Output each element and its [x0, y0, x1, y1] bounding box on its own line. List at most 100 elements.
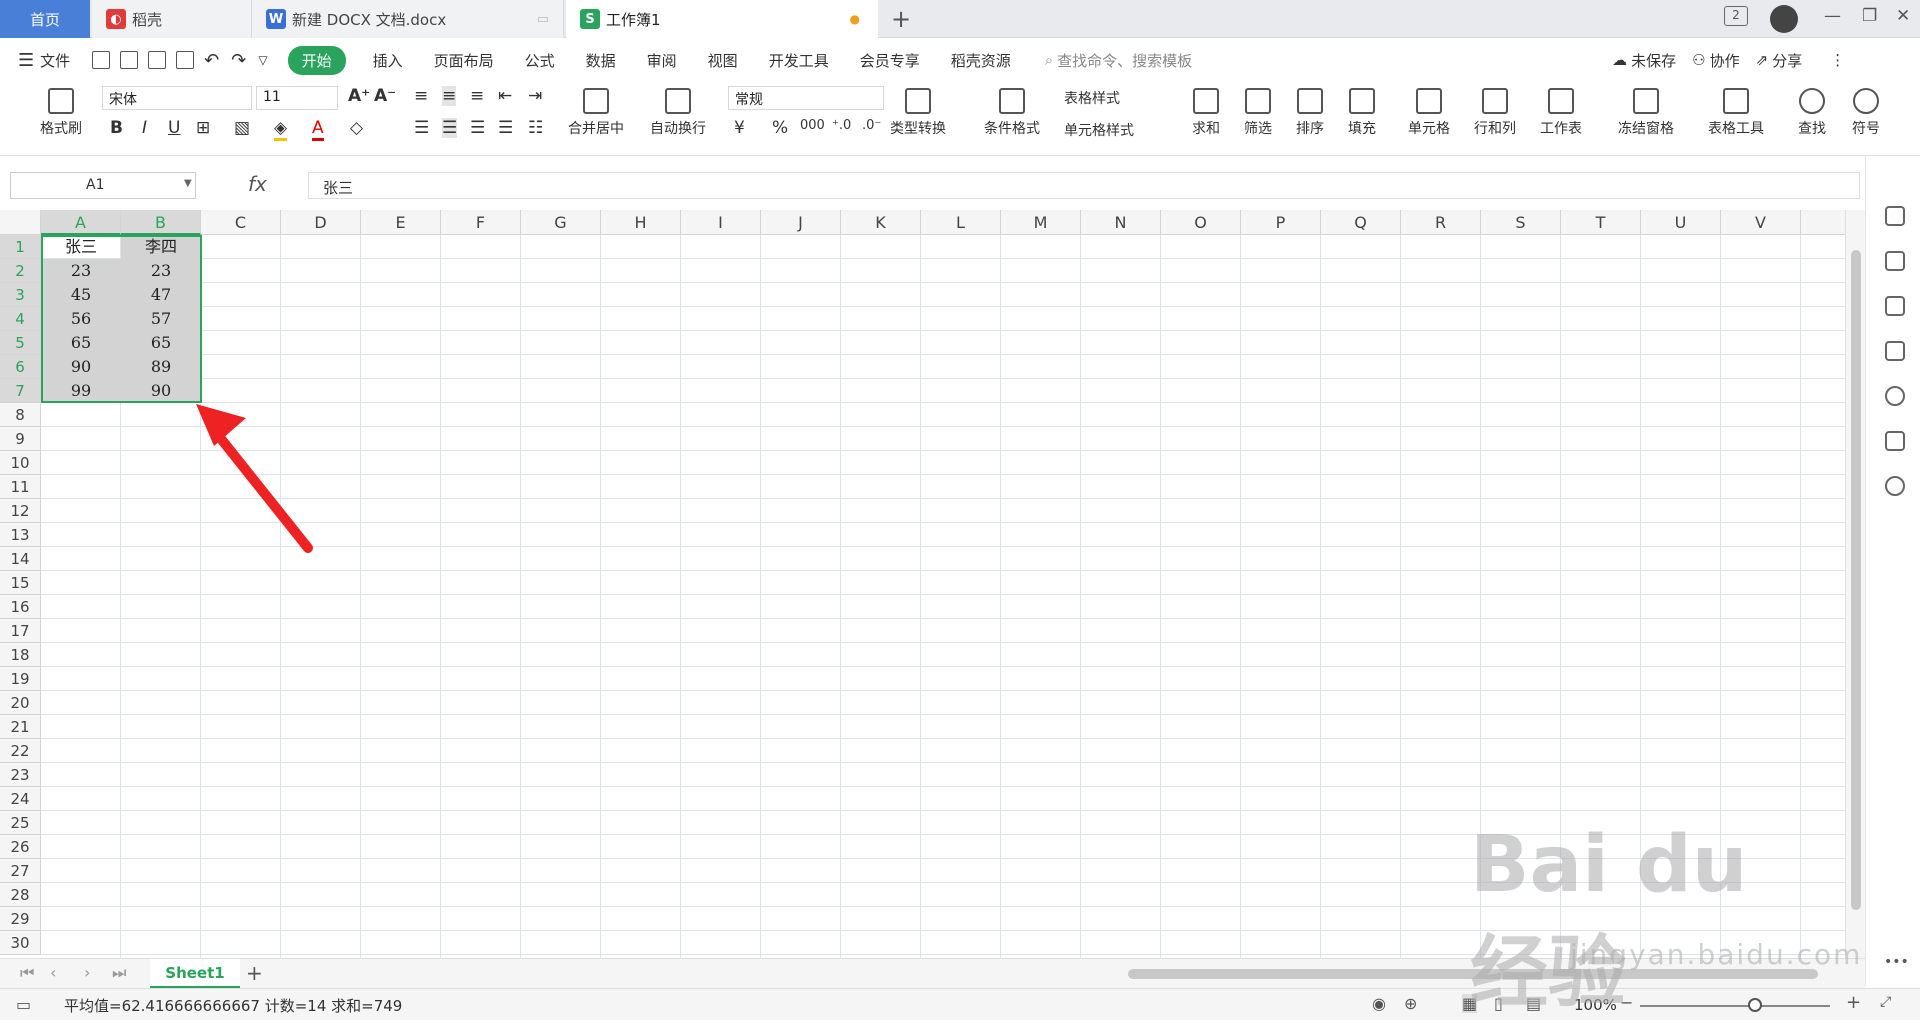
row-header-19[interactable]: 19 — [0, 667, 41, 691]
fill-color-icon[interactable]: ◈ — [274, 118, 288, 141]
row-header-28[interactable]: 28 — [0, 883, 41, 907]
italic-button[interactable]: I — [142, 118, 147, 138]
zoom-slider[interactable] — [1640, 1005, 1830, 1007]
currency-button[interactable]: ¥ — [734, 118, 745, 138]
row-header-24[interactable]: 24 — [0, 787, 41, 811]
type-convert-button[interactable]: 类型转换 — [890, 88, 946, 138]
row-header-9[interactable]: 9 — [0, 427, 41, 451]
symbol-button[interactable]: 符号 — [1852, 88, 1880, 138]
menu-file[interactable]: 文件 — [40, 50, 70, 71]
transform-icon[interactable] — [1885, 341, 1905, 361]
lightning-icon[interactable] — [1885, 476, 1905, 496]
align-middle-icon[interactable]: ≡ — [442, 86, 457, 106]
name-box[interactable]: A1 — [10, 172, 196, 199]
row-header-23[interactable]: 23 — [0, 763, 41, 787]
column-header-a[interactable]: A — [41, 210, 121, 235]
row-header-21[interactable]: 21 — [0, 715, 41, 739]
menu-insert[interactable]: 插入 — [373, 50, 403, 71]
print-icon[interactable] — [148, 51, 167, 69]
sort-button[interactable]: 排序 — [1296, 88, 1324, 138]
align-center-icon[interactable]: ☰ — [442, 118, 458, 138]
column-header-u[interactable]: U — [1641, 210, 1721, 235]
quick-access-dropdown-icon[interactable]: ▽ — [258, 53, 267, 67]
row-header-6[interactable]: 6 — [0, 355, 41, 379]
filter-button[interactable]: 筛选 — [1244, 88, 1272, 138]
column-header-f[interactable]: F — [441, 210, 521, 235]
number-format-select[interactable]: 常规 — [728, 86, 884, 110]
row-header-18[interactable]: 18 — [0, 643, 41, 667]
menu-developer[interactable]: 开发工具 — [769, 50, 829, 71]
table-tools-button[interactable]: 表格工具 — [1708, 88, 1764, 138]
font-name-select[interactable]: 宋体 — [102, 86, 252, 110]
row-header-16[interactable]: 16 — [0, 595, 41, 619]
row-header-13[interactable]: 13 — [0, 523, 41, 547]
cell-button[interactable]: 单元格 — [1408, 88, 1450, 138]
row-header-22[interactable]: 22 — [0, 739, 41, 763]
pointer-icon[interactable] — [1885, 251, 1905, 271]
column-header-d[interactable]: D — [281, 210, 361, 235]
row-header-14[interactable]: 14 — [0, 547, 41, 571]
freeze-panes-button[interactable]: 冻结窗格 — [1618, 88, 1674, 138]
tab-daoke[interactable]: ◐ 稻壳 — [92, 0, 252, 38]
close-icon[interactable]: ✕ — [1896, 6, 1910, 26]
cell-style-button[interactable]: 单元格样式 — [1064, 120, 1134, 140]
unsaved-button[interactable]: 未保存 — [1631, 50, 1676, 71]
column-header-g[interactable]: G — [521, 210, 601, 235]
save-icon[interactable] — [92, 51, 111, 69]
decrease-decimal-icon[interactable]: .0⁻ — [862, 118, 881, 133]
row-header-5[interactable]: 5 — [0, 331, 41, 355]
sum-button[interactable]: 求和 — [1192, 88, 1220, 138]
redo-icon[interactable]: ↷ — [231, 50, 246, 71]
column-header-t[interactable]: T — [1561, 210, 1641, 235]
row-column-button[interactable]: 行和列 — [1474, 88, 1516, 138]
find-button[interactable]: 查找 — [1798, 88, 1826, 138]
tab-home[interactable]: 首页 — [0, 0, 90, 38]
name-box-dropdown-icon[interactable]: ▼ — [184, 178, 192, 189]
column-header-k[interactable]: K — [841, 210, 921, 235]
indent-decrease-icon[interactable]: ⇤ — [498, 86, 512, 106]
restore-icon[interactable]: ❐ — [1862, 6, 1877, 26]
minimize-icon[interactable]: — — [1824, 6, 1841, 26]
menu-review[interactable]: 审阅 — [647, 50, 677, 71]
help-icon[interactable] — [1885, 386, 1905, 406]
row-header-25[interactable]: 25 — [0, 811, 41, 835]
justify-icon[interactable]: ☰ — [498, 118, 513, 138]
increase-decimal-icon[interactable]: ⁺.0 — [832, 118, 851, 133]
align-bottom-icon[interactable]: ≡ — [470, 86, 484, 106]
shrink-font-icon[interactable]: A⁻ — [374, 86, 396, 106]
row-header-27[interactable]: 27 — [0, 859, 41, 883]
eye-protect-icon[interactable]: ◉ — [1372, 994, 1386, 1013]
sheet-tab-sheet1[interactable]: Sheet1 — [150, 959, 240, 988]
font-color-icon[interactable]: A — [312, 118, 324, 141]
column-header-e[interactable]: E — [361, 210, 441, 235]
export-icon[interactable] — [120, 51, 139, 69]
worksheet-button[interactable]: 工作表 — [1540, 88, 1582, 138]
row-header-17[interactable]: 17 — [0, 619, 41, 643]
column-header-q[interactable]: Q — [1321, 210, 1401, 235]
underline-button[interactable]: U — [168, 118, 180, 138]
cell-fill-icon[interactable]: ▧ — [234, 118, 250, 138]
column-header-n[interactable]: N — [1081, 210, 1161, 235]
zoom-slider-knob[interactable] — [1748, 998, 1762, 1012]
undo-icon[interactable]: ↶ — [204, 50, 219, 71]
menu-data[interactable]: 数据 — [586, 50, 616, 71]
column-header-i[interactable]: I — [681, 210, 761, 235]
menu-daoke-resources[interactable]: 稻壳资源 — [951, 50, 1011, 71]
share-button[interactable]: 分享 — [1772, 50, 1802, 71]
more-icon[interactable]: ⋮ — [1830, 51, 1845, 69]
row-header-7[interactable]: 7 — [0, 379, 41, 403]
border-icon[interactable]: ⊞ — [196, 118, 210, 138]
distribute-icon[interactable]: ☷ — [528, 118, 543, 138]
menu-page-layout[interactable]: 页面布局 — [434, 50, 494, 71]
align-left-icon[interactable]: ☰ — [414, 118, 429, 138]
bold-button[interactable]: B — [110, 118, 123, 138]
vertical-scroll-thumb[interactable] — [1851, 250, 1861, 910]
wrap-text-button[interactable]: 自动换行 — [650, 88, 706, 138]
last-sheet-icon[interactable]: ⏭ — [112, 963, 126, 983]
prev-sheet-icon[interactable]: ‹ — [50, 963, 56, 982]
indent-increase-icon[interactable]: ⇥ — [528, 86, 542, 106]
menu-start[interactable]: 开始 — [287, 45, 346, 75]
eraser-icon[interactable]: ◇ — [350, 118, 363, 138]
column-header-r[interactable]: R — [1401, 210, 1481, 235]
percent-button[interactable]: % — [772, 118, 788, 138]
